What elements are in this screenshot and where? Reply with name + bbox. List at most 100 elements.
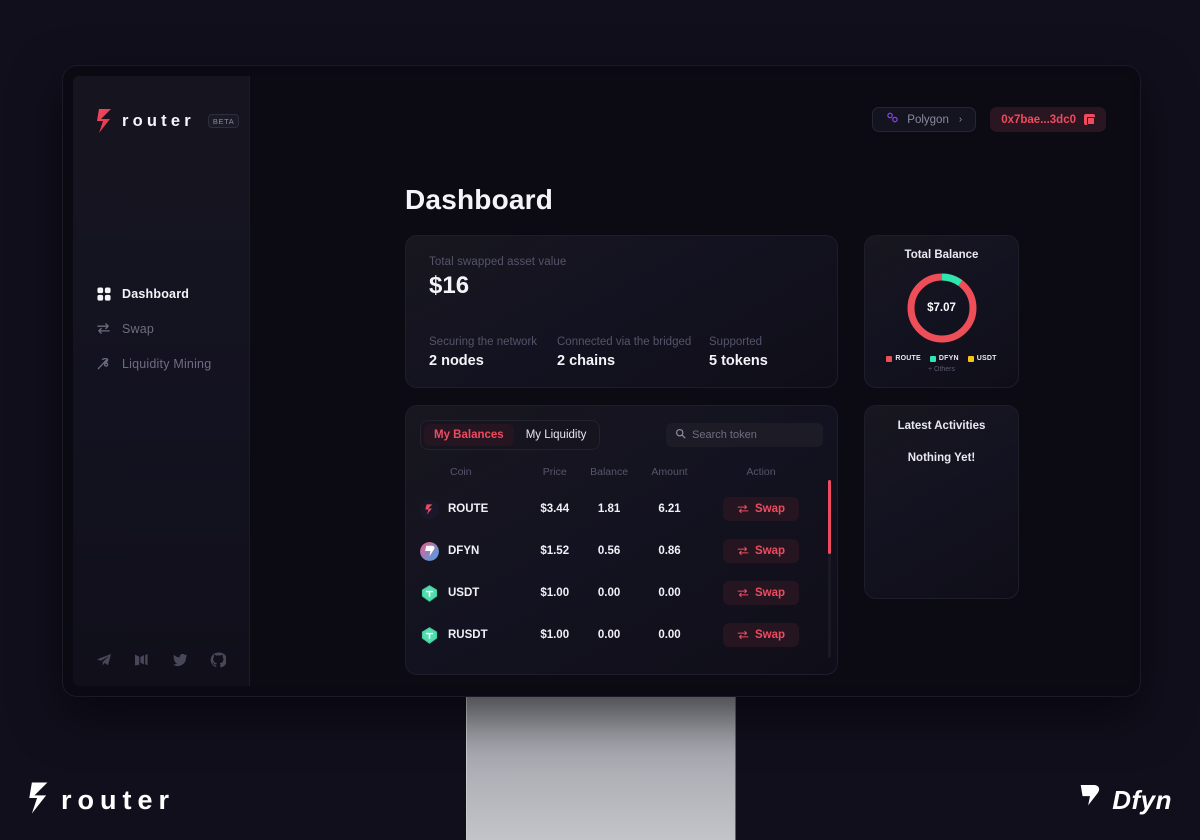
cell-amount: 6.21 xyxy=(658,503,681,515)
sidebar-nav: Dashboard Swap Liquidity Mining xyxy=(73,276,249,381)
coin-name: DFYN xyxy=(448,545,480,557)
tokens-tabs: My Balances My Liquidity xyxy=(420,420,601,450)
coin-name: USDT xyxy=(448,587,480,599)
cell-action: Swap xyxy=(699,572,823,614)
search-input[interactable] xyxy=(692,429,807,441)
stat-label: Connected via the bridged xyxy=(557,336,692,348)
tokens-card: My Balances My Liquidity Search token Co… xyxy=(405,405,838,675)
cell-coin: RUSDT xyxy=(420,614,531,656)
page-title: Dashboard xyxy=(405,184,554,215)
swap-button-label: Swap xyxy=(754,587,786,599)
table-scrollbar-thumb[interactable] xyxy=(828,480,831,554)
total-swapped-card: Total swapped asset value $16 Securing t… xyxy=(405,235,838,388)
swap-arrows-icon xyxy=(737,546,749,556)
stat-value: 2 nodes xyxy=(429,353,484,369)
total-balance-card: Total Balance $7.07 ROUTE DFYN USDT + Ot… xyxy=(864,235,1019,388)
brand-logo[interactable]: router BETA xyxy=(73,76,249,134)
stat-nodes: Securing the network 2 nodes xyxy=(429,336,557,369)
github-icon[interactable] xyxy=(210,652,227,668)
tab-my-liquidity[interactable]: My Liquidity xyxy=(516,424,597,446)
footer-dfyn-word: Dfyn xyxy=(1112,785,1172,815)
dfyn-token-icon xyxy=(420,541,439,561)
sidebar: router BETA Dashboard Swap Liquidity Min… xyxy=(73,76,250,686)
brand-name: router xyxy=(122,111,195,130)
rusdt-token-icon xyxy=(421,626,438,644)
tokens-toolbar: My Balances My Liquidity xyxy=(420,420,823,450)
col-balance: Balance xyxy=(590,466,629,478)
coin-cell: DFYN xyxy=(420,541,531,561)
twitter-icon[interactable] xyxy=(172,652,188,668)
balance-donut-chart: $7.07 xyxy=(904,270,980,346)
sidebar-item-label: Dashboard xyxy=(122,286,190,301)
swap-button[interactable]: Swap xyxy=(722,539,800,563)
activities-empty-state: Nothing Yet! xyxy=(907,452,976,464)
stat-label: Securing the network xyxy=(429,336,538,348)
search-token-box[interactable] xyxy=(666,423,823,447)
coin-name: RUSDT xyxy=(448,629,488,641)
tokens-table: Coin Price Balance Amount Action ROUTE $3… xyxy=(420,462,823,656)
page-canvas: router BETA Dashboard Swap Liquidity Min… xyxy=(0,0,1200,840)
cell-action: Swap xyxy=(699,614,823,656)
sidebar-item-swap[interactable]: Swap xyxy=(73,311,249,346)
cell-price: $1.00 xyxy=(540,587,570,599)
legend-dot xyxy=(967,355,974,362)
router-logo-icon xyxy=(28,781,50,820)
cell-action: Swap xyxy=(699,530,823,572)
cell-balance: 1.81 xyxy=(597,503,621,515)
tab-my-balances[interactable]: My Balances xyxy=(424,424,514,446)
telegram-icon[interactable] xyxy=(96,652,112,668)
swap-button[interactable]: Swap xyxy=(722,623,800,647)
footer-router-word: router xyxy=(61,785,176,815)
cell-amount: 0.00 xyxy=(658,587,681,599)
legend-item-usdt: USDT xyxy=(967,355,997,362)
footer-router-brand: router xyxy=(28,781,175,820)
col-amount: Amount xyxy=(651,466,688,478)
legend-item-route: ROUTE xyxy=(886,355,921,362)
cell-amount: 0.00 xyxy=(658,629,681,641)
legend-dot xyxy=(929,355,936,362)
col-price: Price xyxy=(542,466,567,478)
others-label: + Others xyxy=(927,366,956,373)
table-header-row: Coin Price Balance Amount Action xyxy=(420,462,823,488)
total-swapped-label: Total swapped asset value xyxy=(429,256,567,268)
tokens-table-head: Coin Price Balance Amount Action xyxy=(420,462,823,488)
table-row: USDT $1.00 0.00 0.00 Swap xyxy=(420,572,823,614)
sidebar-item-liquidity-mining[interactable]: Liquidity Mining xyxy=(73,346,249,381)
col-action: Action xyxy=(746,466,776,478)
sidebar-item-dashboard[interactable]: Dashboard xyxy=(73,276,249,311)
coin-cell: USDT xyxy=(420,584,531,603)
stat-label: Supported xyxy=(709,336,763,348)
sidebar-item-label: Swap xyxy=(122,321,155,336)
cell-price: $1.52 xyxy=(540,545,570,557)
latest-activities-card: Latest Activities Nothing Yet! xyxy=(864,405,1019,599)
swap-arrows-icon xyxy=(737,504,749,514)
swap-arrows-icon xyxy=(737,588,749,598)
legend-label: USDT xyxy=(976,355,997,362)
cell-amount: 0.86 xyxy=(658,545,681,557)
cell-coin: DFYN xyxy=(420,530,531,572)
legend-label: DFYN xyxy=(938,355,959,362)
route-token-icon xyxy=(420,499,439,519)
swap-button[interactable]: Swap xyxy=(722,581,800,605)
cell-price: $1.00 xyxy=(540,629,570,641)
swap-button-label: Swap xyxy=(754,503,786,515)
monitor-stand xyxy=(466,696,736,840)
legend-dot xyxy=(886,355,893,362)
table-row: DFYN $1.52 0.56 0.86 Swap xyxy=(420,530,823,572)
usdt-token-icon xyxy=(421,584,438,602)
donut-legend: ROUTE DFYN USDT xyxy=(875,355,1008,362)
col-coin: Coin xyxy=(450,466,472,478)
stat-tokens: Supported 5 tokens xyxy=(709,336,768,369)
cell-balance: 0.00 xyxy=(597,587,621,599)
mining-pickaxe-icon xyxy=(96,356,111,371)
legend-label: ROUTE xyxy=(895,355,921,362)
swap-button[interactable]: Swap xyxy=(722,497,800,521)
tokens-table-body: ROUTE $3.44 1.81 6.21 Swap DFYN $1.52 0.56 0.86 S… xyxy=(420,488,823,656)
stat-value: 5 tokens xyxy=(709,353,768,369)
footer-dfyn-brand: Dfyn xyxy=(1077,783,1172,818)
table-row: ROUTE $3.44 1.81 6.21 Swap xyxy=(420,488,823,530)
app-screen: router BETA Dashboard Swap Liquidity Min… xyxy=(73,76,1130,686)
medium-icon[interactable] xyxy=(134,652,150,668)
grid-icon xyxy=(96,286,111,301)
cell-balance: 0.56 xyxy=(597,545,621,557)
